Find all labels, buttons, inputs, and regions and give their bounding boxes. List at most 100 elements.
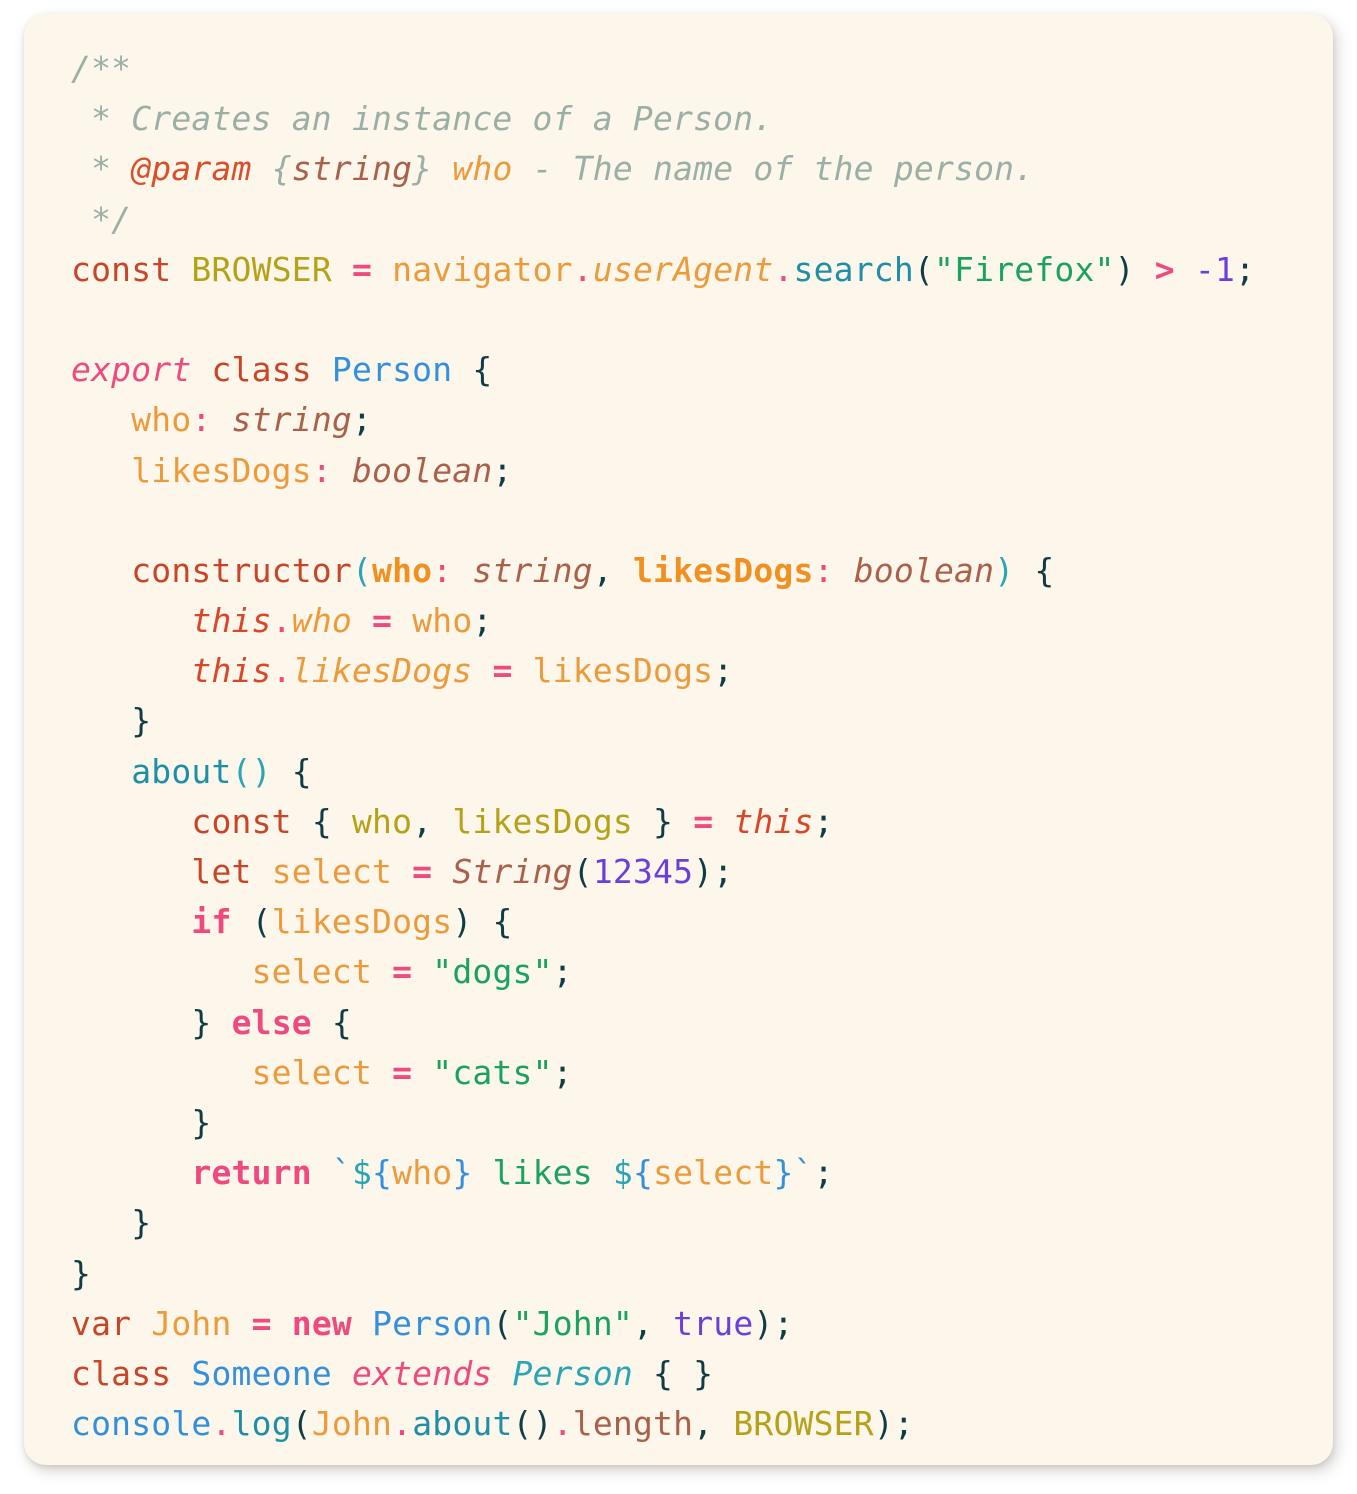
code-block[interactable]: /** * Creates an instance of a Person. *… xyxy=(24,44,1333,1449)
code-token: ; xyxy=(552,952,573,992)
code-token: = xyxy=(372,601,393,641)
code-token: { xyxy=(492,902,513,942)
code-token: about xyxy=(131,751,232,791)
code-token: $ xyxy=(612,1153,633,1193)
code-token: { xyxy=(472,350,493,390)
code-token: "Firefox" xyxy=(934,249,1115,289)
code-token: ( xyxy=(291,1404,312,1444)
code-token: log xyxy=(231,1404,292,1444)
code-token: export xyxy=(71,350,192,390)
code-line: constructor(who: string, likesDogs: bool… xyxy=(24,546,1333,596)
code-token: . xyxy=(271,601,292,641)
code-line: } xyxy=(24,1098,1333,1148)
code-token: } xyxy=(131,701,152,741)
code-token: this xyxy=(191,651,272,691)
code-token: select xyxy=(653,1153,774,1193)
code-token: () xyxy=(512,1404,553,1444)
code-token: this xyxy=(733,801,814,841)
code-token: boolean xyxy=(351,450,493,490)
code-token: select xyxy=(251,1052,373,1092)
code-line: likesDogs: boolean; xyxy=(24,446,1333,496)
code-token: { xyxy=(372,1153,393,1193)
code-token: ; xyxy=(351,400,373,440)
code-token: . xyxy=(773,249,794,289)
code-token: $ xyxy=(351,1153,373,1193)
code-line: * Creates an instance of a Person. xyxy=(24,94,1333,144)
code-token: : xyxy=(813,550,834,590)
code-token: ; xyxy=(713,651,734,691)
code-token: length xyxy=(572,1404,694,1444)
code-line: } xyxy=(24,696,1333,746)
code-token: } xyxy=(773,1153,794,1193)
code-token: ) xyxy=(693,852,714,891)
code-token: else xyxy=(231,1002,312,1042)
code-token: const xyxy=(191,801,292,841)
code-token: { xyxy=(1034,550,1055,590)
code-token: Person xyxy=(512,1353,633,1393)
code-token: } xyxy=(131,1203,152,1243)
code-token: ) xyxy=(1114,249,1135,289)
code-token: = xyxy=(693,801,714,841)
code-token: let xyxy=(191,852,252,891)
code-token: * xyxy=(71,149,132,189)
code-token: , xyxy=(632,1303,654,1343)
code-token: Person xyxy=(372,1303,493,1343)
code-token: "cats" xyxy=(432,1052,553,1092)
code-line: return `${who} likes ${select}`; xyxy=(24,1148,1333,1198)
code-line: let select = String(12345); xyxy=(24,847,1333,897)
code-token: Person xyxy=(331,350,453,390)
code-token: String xyxy=(452,852,573,891)
code-line: * @param {string} who - The name of the … xyxy=(24,144,1333,194)
code-token: "dogs" xyxy=(432,952,553,992)
code-token: this xyxy=(191,601,272,641)
code-line: who: string; xyxy=(24,395,1333,445)
code-token: ; xyxy=(813,801,834,841)
code-token: * Creates an instance of a Person. xyxy=(71,99,774,139)
code-token: : xyxy=(432,550,453,590)
code-token: select xyxy=(251,952,373,992)
code-token: ; xyxy=(492,450,513,490)
code-token: ; xyxy=(472,601,493,641)
code-token: . xyxy=(392,1404,413,1444)
code-token: . xyxy=(271,651,292,691)
code-token: likesDogs xyxy=(452,801,633,841)
code-token: "John" xyxy=(512,1303,633,1343)
code-token: who xyxy=(392,1153,453,1193)
code-token: string xyxy=(291,149,413,189)
code-token: @param xyxy=(131,149,252,189)
